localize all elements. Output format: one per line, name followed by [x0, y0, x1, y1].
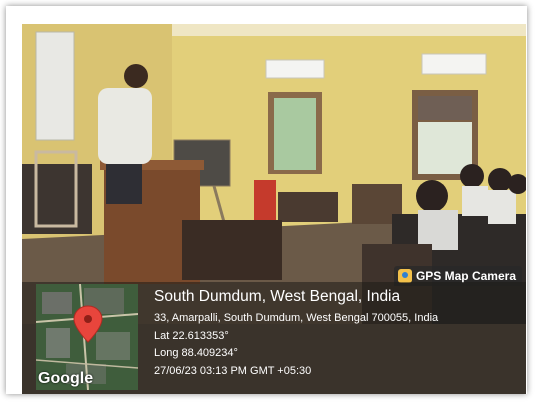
latitude: Lat 22.613353°: [154, 329, 229, 342]
classroom-photo: GPS Map Camera Google South Dumdum, West…: [22, 24, 526, 394]
gps-camera-icon: [397, 269, 412, 283]
place-name: South Dumdum, West Bengal, India: [154, 288, 401, 305]
google-attribution: Google: [38, 370, 94, 387]
gps-brand-label: GPS Map Camera: [415, 269, 516, 283]
timestamp: 27/06/23 03:13 PM GMT +05:30: [154, 364, 312, 377]
address-line: 33, Amarpalli, South Dumdum, West Bengal…: [154, 312, 439, 324]
location-map-thumbnail: Google: [36, 284, 138, 390]
gps-stamp: GPS Map Camera Google South Dumdum, West…: [22, 266, 526, 394]
location-info: South Dumdum, West Bengal, India 33, Ama…: [154, 288, 438, 380]
photo-frame: GPS Map Camera Google South Dumdum, West…: [6, 6, 527, 394]
longitude: Long 88.409234°: [154, 347, 238, 359]
